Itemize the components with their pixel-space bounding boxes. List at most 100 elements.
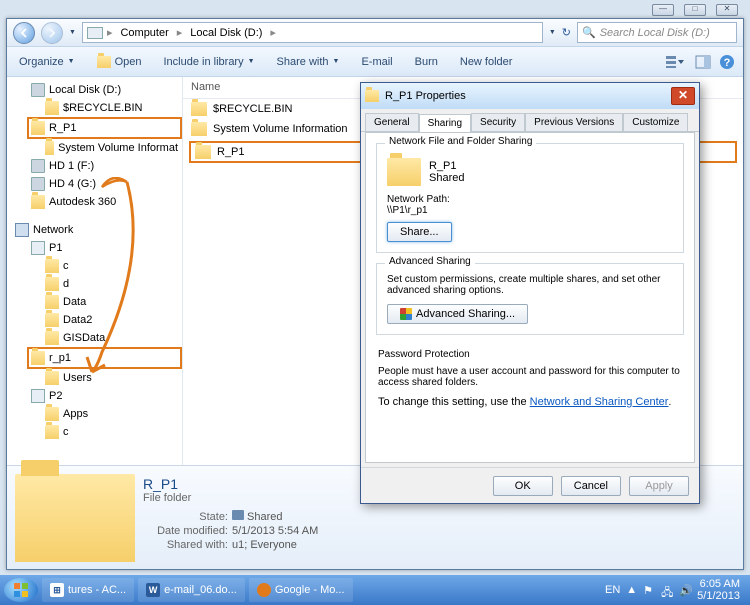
word-icon: W — [146, 583, 160, 597]
folder-icon — [387, 158, 421, 186]
group-title: Advanced Sharing — [385, 256, 475, 267]
burn-button[interactable]: Burn — [411, 53, 442, 71]
language-indicator[interactable]: EN — [605, 584, 620, 596]
tree-recycle[interactable]: $RECYCLE.BIN — [7, 99, 182, 117]
start-button[interactable] — [4, 578, 38, 602]
taskbar-item[interactable]: We-mail_06.do... — [138, 578, 245, 602]
email-button[interactable]: E-mail — [357, 53, 396, 71]
taskbar-item[interactable]: Google - Mo... — [249, 578, 353, 602]
dialog-button-row: OK Cancel Apply — [361, 467, 699, 503]
search-input[interactable]: 🔍 Search Local Disk (D:) — [577, 22, 737, 43]
apply-button[interactable]: Apply — [629, 476, 689, 496]
group-text: People must have a user account and pass… — [378, 366, 682, 388]
tree-data2[interactable]: Data2 — [7, 311, 182, 329]
tree-d[interactable]: d — [7, 275, 182, 293]
organize-button[interactable]: Organize▼ — [15, 53, 79, 71]
tree-sidebar[interactable]: Local Disk (D:) $RECYCLE.BIN R_P1 System… — [7, 77, 183, 465]
details-sharedwith-label: Shared with: — [143, 539, 228, 551]
tree-sysvol[interactable]: System Volume Informat — [7, 139, 182, 157]
tree-autodesk[interactable]: Autodesk 360 — [7, 193, 182, 211]
nav-history-dropdown[interactable]: ▼ — [69, 29, 76, 36]
dialog-tabs: General Sharing Security Previous Versio… — [361, 109, 699, 132]
system-tray[interactable]: EN ▲ ⚑ 🖧 🔊 6:05 AM 5/1/2013 — [605, 578, 746, 602]
flag-icon[interactable]: ⚑ — [643, 584, 655, 596]
nav-forward-button[interactable] — [41, 22, 63, 44]
ok-button[interactable]: OK — [493, 476, 553, 496]
share-folder-icon — [45, 295, 59, 309]
group-advanced-sharing: Advanced Sharing Set custom permissions,… — [376, 263, 684, 335]
network-sharing-center-link[interactable]: Network and Sharing Center — [530, 396, 669, 408]
share-folder-icon — [31, 351, 45, 365]
view-options-button[interactable] — [665, 54, 687, 70]
breadcrumb-drive[interactable]: Local Disk (D:) — [186, 27, 266, 39]
clock[interactable]: 6:05 AM 5/1/2013 — [697, 578, 740, 602]
share-with-button[interactable]: Share with▼ — [273, 53, 344, 71]
refresh-icon[interactable]: ↻ — [562, 26, 571, 39]
folder-open-icon — [97, 56, 111, 68]
tree-data[interactable]: Data — [7, 293, 182, 311]
tab-customize[interactable]: Customize — [623, 113, 688, 131]
tree-hd1[interactable]: HD 1 (F:) — [7, 157, 182, 175]
taskbar: ⊞tures - AC... We-mail_06.do... Google -… — [0, 575, 750, 605]
tree-p2[interactable]: P2 — [7, 387, 182, 405]
share-folder-icon — [45, 259, 59, 273]
svg-text:?: ? — [724, 57, 731, 69]
group-title: Password Protection — [378, 349, 682, 360]
details-type: File folder — [143, 492, 318, 504]
help-button[interactable]: ? — [719, 54, 735, 70]
tree-gisdata[interactable]: GISData — [7, 329, 182, 347]
preview-pane-button[interactable] — [695, 54, 711, 70]
include-library-button[interactable]: Include in library▼ — [160, 53, 259, 71]
tree-local-disk-d[interactable]: Local Disk (D:) — [7, 81, 182, 99]
computer-icon — [87, 27, 103, 39]
tree-rp1-net[interactable]: r_p1 — [27, 347, 182, 369]
tree-hd4[interactable]: HD 4 (G:) — [7, 175, 182, 193]
folder-icon — [31, 195, 45, 209]
firefox-icon — [257, 583, 271, 597]
share-folder-icon — [45, 313, 59, 327]
details-modified-label: Date modified: — [143, 525, 228, 537]
window-close[interactable]: ✕ — [716, 4, 738, 16]
tray-chevron-icon[interactable]: ▲ — [626, 584, 637, 596]
tree-c2[interactable]: c — [7, 423, 182, 441]
tree-c[interactable]: c — [7, 257, 182, 275]
tree-p1[interactable]: P1 — [7, 239, 182, 257]
tab-general[interactable]: General — [365, 113, 419, 131]
shared-icon — [232, 510, 244, 520]
share-button[interactable]: Share... — [387, 222, 452, 242]
breadcrumb-dropdown[interactable]: ▼ — [549, 29, 556, 36]
shield-icon — [400, 308, 412, 320]
nav-back-button[interactable] — [13, 22, 35, 44]
share-folder-icon — [45, 425, 59, 439]
breadcrumb[interactable]: ▸ Computer ▸ Local Disk (D:) ▸ — [82, 22, 543, 43]
open-button[interactable]: Open — [93, 53, 146, 71]
tree-apps[interactable]: Apps — [7, 405, 182, 423]
network-path-value: \\P1\r_p1 — [387, 205, 673, 216]
window-maximize[interactable]: □ — [684, 4, 706, 16]
chevron-right-icon: ▸ — [177, 26, 183, 39]
volume-icon[interactable]: 🔊 — [679, 584, 691, 596]
new-folder-button[interactable]: New folder — [456, 53, 517, 71]
folder-icon — [195, 145, 211, 159]
advanced-sharing-button[interactable]: Advanced Sharing... — [387, 304, 528, 324]
group-title: Network File and Folder Sharing — [385, 136, 536, 147]
folder-icon — [31, 121, 45, 135]
window-minimize[interactable]: — — [652, 4, 674, 16]
tab-previous-versions[interactable]: Previous Versions — [525, 113, 623, 131]
tree-users[interactable]: Users — [7, 369, 182, 387]
share-status: Shared — [429, 172, 464, 184]
tree-network[interactable]: Network — [7, 221, 182, 239]
tab-sharing[interactable]: Sharing — [419, 114, 471, 132]
tab-security[interactable]: Security — [471, 113, 525, 131]
chevron-right-icon: ▸ — [107, 26, 113, 39]
folder-icon — [191, 102, 207, 116]
cancel-button[interactable]: Cancel — [561, 476, 621, 496]
computer-icon — [31, 389, 45, 403]
search-placeholder: Search Local Disk (D:) — [600, 27, 710, 39]
dialog-close-button[interactable]: ✕ — [671, 87, 695, 105]
dialog-titlebar[interactable]: R_P1 Properties ✕ — [361, 83, 699, 109]
tree-rp1[interactable]: R_P1 — [27, 117, 182, 139]
breadcrumb-computer[interactable]: Computer — [116, 27, 172, 39]
taskbar-item[interactable]: ⊞tures - AC... — [42, 578, 134, 602]
network-tray-icon[interactable]: 🖧 — [661, 584, 673, 596]
